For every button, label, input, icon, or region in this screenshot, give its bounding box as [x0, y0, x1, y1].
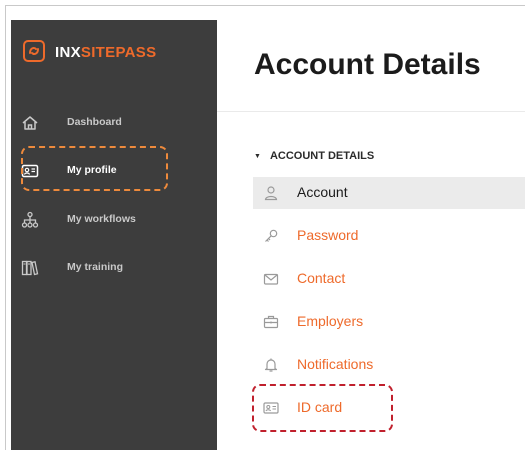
- briefcase-icon: [263, 315, 279, 329]
- sidebar-item-my-workflows[interactable]: My workflows: [11, 205, 217, 235]
- page-title: Account Details: [254, 48, 481, 81]
- logo-text-accent: SITEPASS: [80, 44, 157, 61]
- id-card-icon: [21, 164, 39, 178]
- menu-item-account[interactable]: Account: [253, 177, 525, 209]
- menu-item-employers[interactable]: Employers: [253, 306, 525, 338]
- logo-text-primary: INX: [55, 44, 81, 61]
- menu-item-label: Account: [297, 184, 348, 200]
- sidebar-item-my-profile[interactable]: My profile: [11, 156, 217, 186]
- envelope-icon: [263, 273, 279, 285]
- sidebar-item-label: My profile: [67, 164, 117, 176]
- menu-item-label: Notifications: [297, 356, 374, 372]
- sidebar: INXSITEPASS Dashboard My profile My work…: [11, 20, 217, 450]
- sidebar-item-label: My workflows: [67, 213, 136, 225]
- menu-item-label: Contact: [297, 270, 346, 286]
- bell-icon: [264, 358, 278, 372]
- menu-item-label: ID card: [297, 399, 343, 415]
- sidebar-item-my-training[interactable]: My training: [11, 253, 217, 283]
- sidebar-item-dashboard[interactable]: Dashboard: [11, 108, 217, 138]
- title-divider: [217, 111, 525, 112]
- account-details-section-toggle[interactable]: ▼ ACCOUNT DETAILS: [254, 150, 374, 162]
- caret-down-icon: ▼: [254, 153, 261, 160]
- section-label: ACCOUNT DETAILS: [269, 150, 375, 162]
- key-icon: [265, 229, 278, 242]
- sidebar-item-label: My training: [67, 261, 124, 273]
- user-icon: [264, 186, 278, 201]
- menu-item-notifications[interactable]: Notifications: [253, 349, 525, 381]
- books-icon: [21, 260, 39, 276]
- menu-item-password[interactable]: Password: [253, 220, 525, 252]
- brand-logo-text[interactable]: INXSITEPASS: [55, 44, 156, 61]
- menu-item-label: Password: [297, 227, 359, 243]
- sidebar-item-label: Dashboard: [67, 116, 122, 128]
- inx-swirl-logo-icon[interactable]: [23, 40, 45, 62]
- id-card-icon: [263, 402, 279, 414]
- menu-item-contact[interactable]: Contact: [253, 263, 525, 295]
- menu-item-label: Employers: [297, 313, 364, 329]
- menu-item-id-card[interactable]: ID card: [253, 392, 525, 424]
- home-icon: [22, 116, 38, 130]
- hierarchy-icon: [21, 211, 39, 228]
